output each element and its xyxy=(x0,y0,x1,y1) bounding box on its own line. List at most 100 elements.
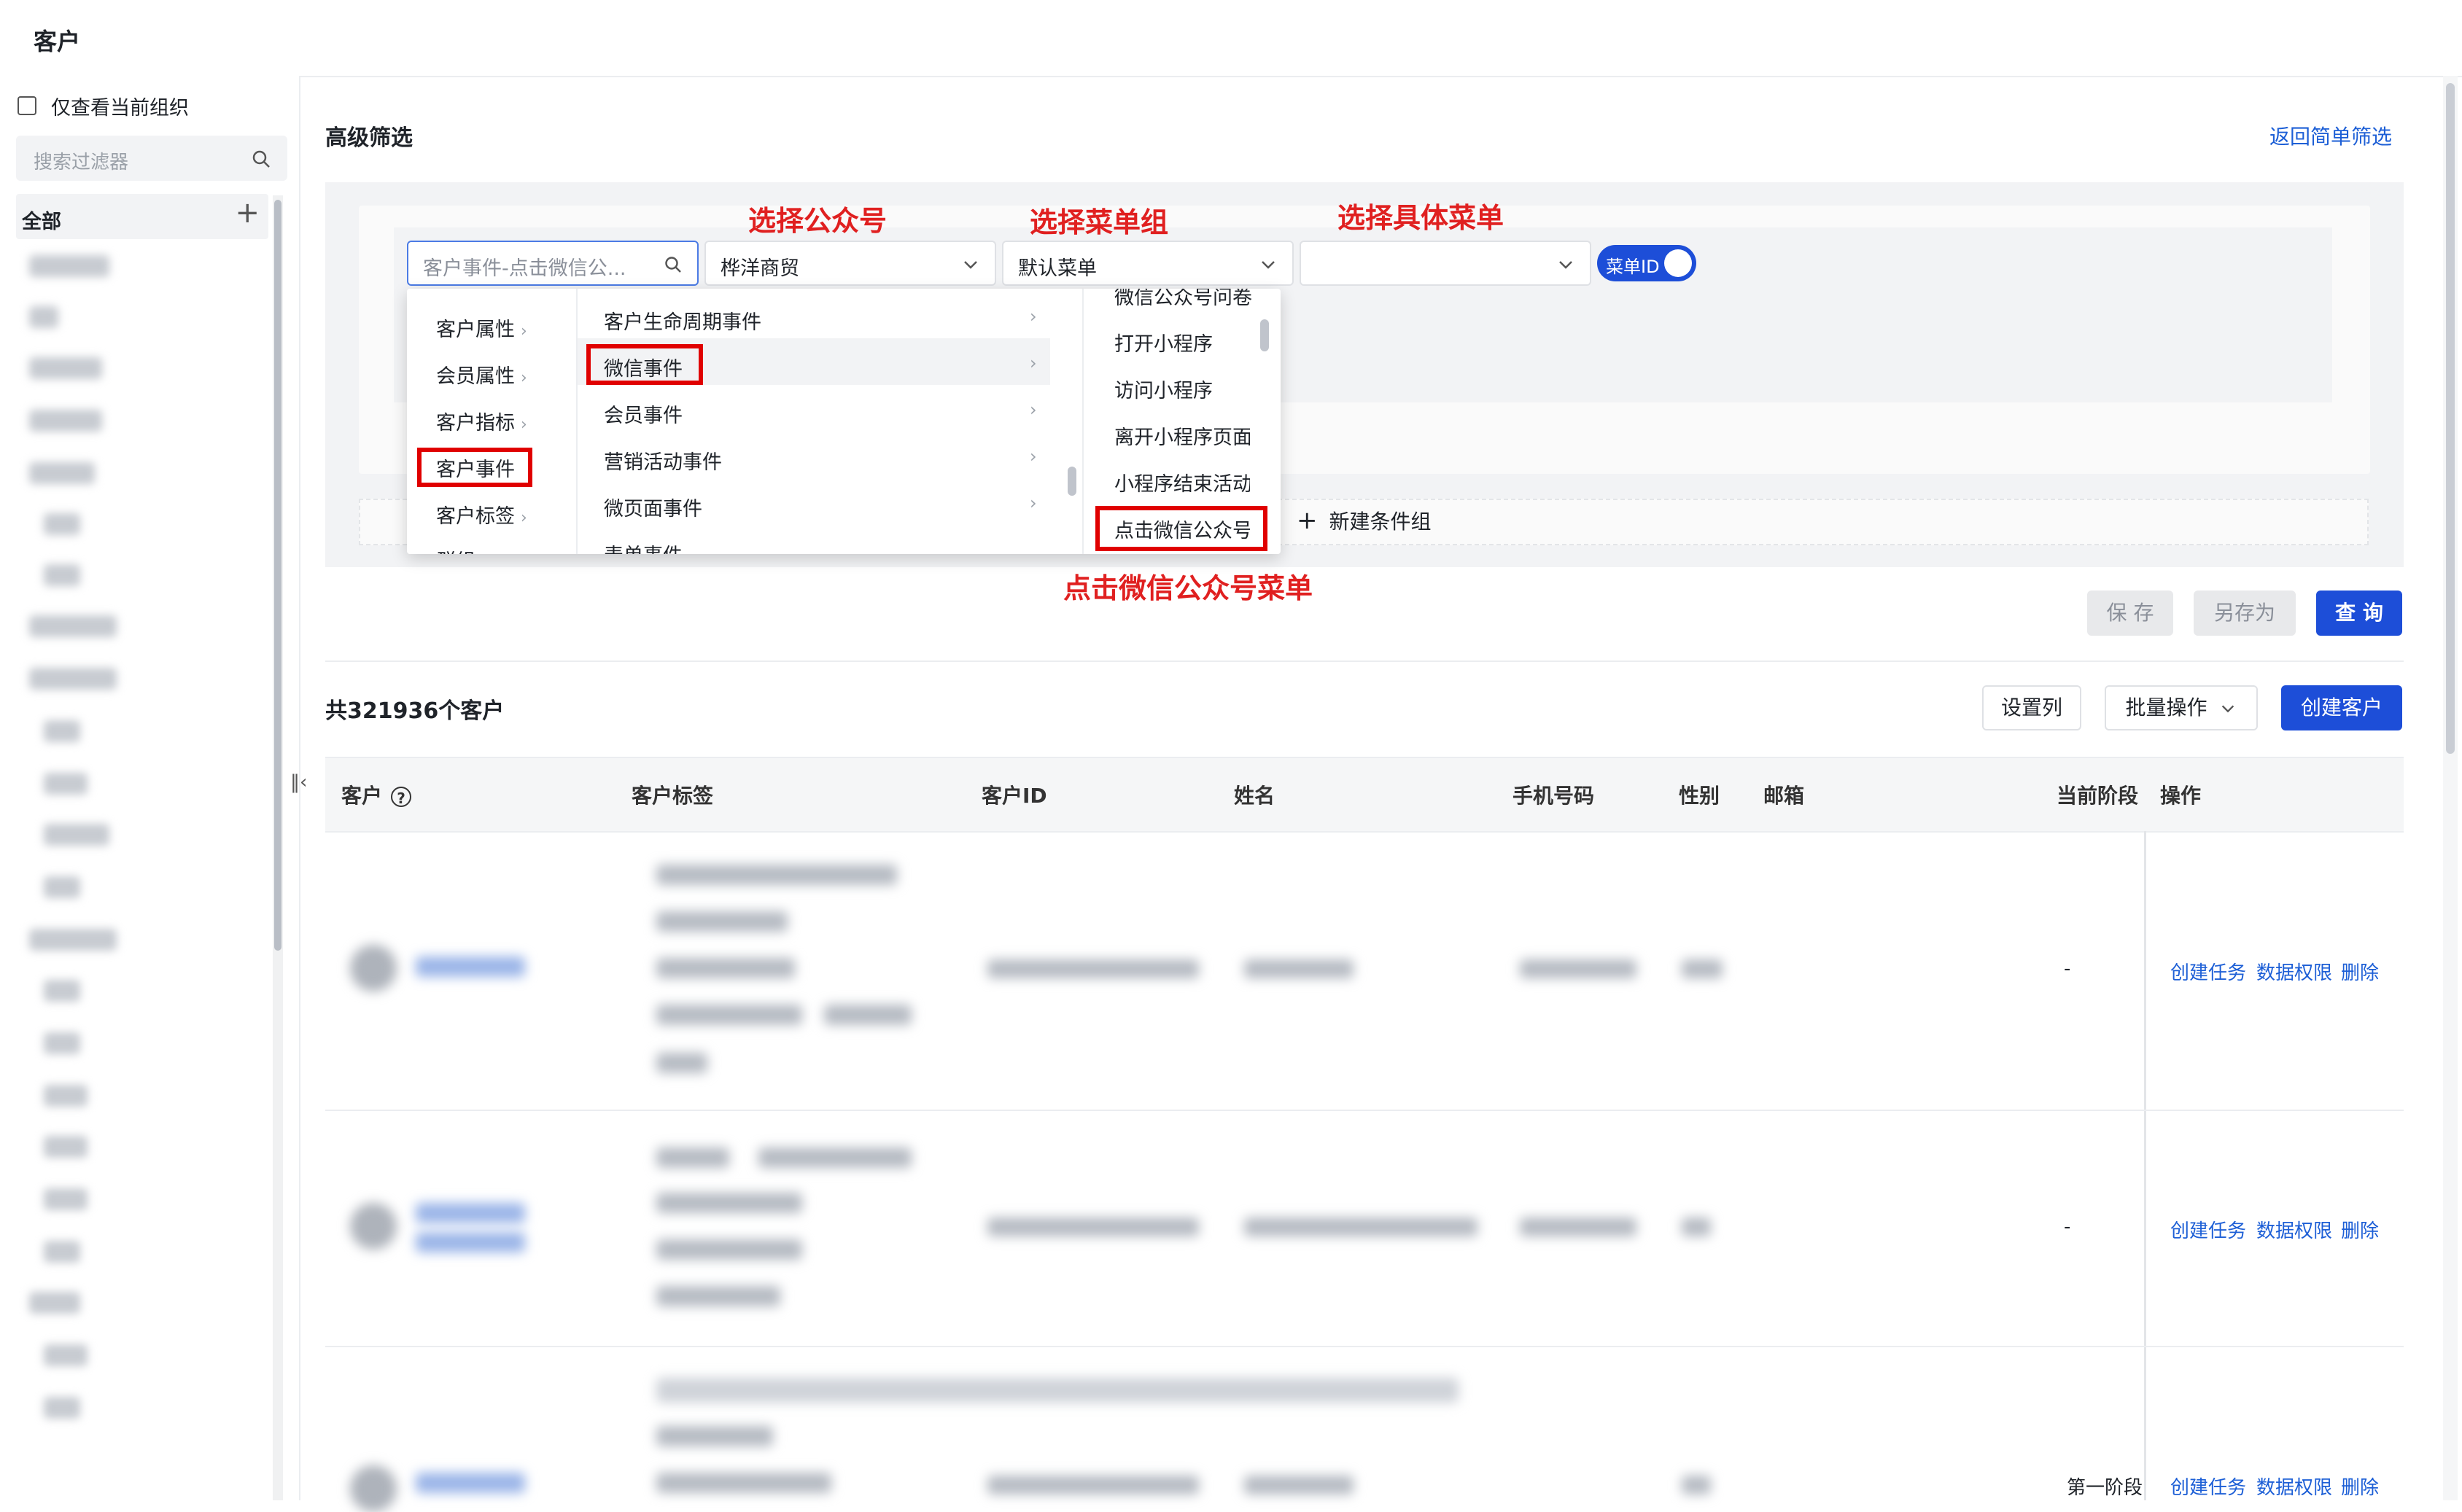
cascader-item[interactable]: 营销活动事件 xyxy=(604,446,722,475)
cascader-item[interactable]: 小程序结束活动 xyxy=(1114,468,1250,496)
page-scrollbar[interactable] xyxy=(2443,76,2458,1500)
customer-name-blurred[interactable] xyxy=(416,1473,525,1493)
phone-blurred xyxy=(1520,1217,1636,1236)
delete-link[interactable]: 删除 xyxy=(2341,1216,2379,1243)
cascader-column-event-type: 客户生命周期事件 › 微信事件 › 会员事件 › 营销活动事件 › 微页面事件 … xyxy=(578,289,1056,554)
menu-id-toggle[interactable]: 菜单ID xyxy=(1597,245,1696,281)
tree-item[interactable] xyxy=(29,357,102,379)
cascader-item[interactable]: 客户生命周期事件 xyxy=(604,306,761,335)
scroll-thumb[interactable] xyxy=(1068,467,1076,496)
column-header[interactable]: 性别 xyxy=(1679,780,1720,809)
tag-blurred xyxy=(656,1286,780,1306)
cascader-item[interactable]: 表单事件 xyxy=(604,539,683,554)
annotation-select-menu: 选择具体菜单 xyxy=(1337,202,1504,234)
menu-group-select[interactable]: 默认菜单 xyxy=(1002,241,1294,286)
tree-item[interactable] xyxy=(44,1397,80,1419)
annotation-select-account: 选择公众号 xyxy=(748,205,888,237)
column-header[interactable]: 姓名 xyxy=(1234,780,1275,809)
tree-item-all[interactable]: 全部 + xyxy=(16,194,268,239)
event-select[interactable]: 客户事件-点击微信公... xyxy=(407,241,699,286)
tree-item[interactable] xyxy=(44,1085,88,1107)
tree-item[interactable] xyxy=(44,1136,88,1158)
cascader-item[interactable]: 群组 xyxy=(436,545,475,554)
highlight-box xyxy=(417,448,532,487)
cascader-item[interactable]: 打开小程序 xyxy=(1114,328,1213,356)
gender-blurred xyxy=(1682,1476,1711,1495)
tree-item[interactable] xyxy=(29,668,117,690)
sidebar-collapse-icon[interactable]: ‖‹ xyxy=(290,771,319,805)
avatar xyxy=(350,945,397,991)
cascader-item[interactable]: 客户属性 › xyxy=(436,313,527,342)
column-header[interactable]: 邮箱 xyxy=(1763,780,1804,809)
tag-blurred xyxy=(656,1426,773,1446)
column-settings-button[interactable]: 设置列 xyxy=(1982,685,2081,730)
cascader-item[interactable]: 访问小程序 xyxy=(1114,375,1213,403)
cascader-item[interactable]: 客户指标 › xyxy=(436,407,527,435)
new-condition-group-button[interactable]: + 新建条件组 xyxy=(1297,506,1432,535)
column-header[interactable]: 客户ID xyxy=(982,780,1047,809)
tree-item[interactable] xyxy=(29,615,117,637)
customer-name-blurred[interactable] xyxy=(416,1203,525,1223)
name-blurred xyxy=(1244,1217,1477,1236)
column-header[interactable]: 当前阶段 xyxy=(2057,780,2138,809)
create-task-link[interactable]: 创建任务 xyxy=(2170,958,2246,985)
tree-item[interactable] xyxy=(44,564,80,586)
tree-item[interactable] xyxy=(44,980,80,1002)
sidebar-scrollbar[interactable] xyxy=(273,195,283,1500)
cascader-item[interactable]: 会员事件 xyxy=(604,400,683,428)
tree-item[interactable] xyxy=(44,876,80,898)
data-permission-link[interactable]: 数据权限 xyxy=(2256,1473,2332,1500)
data-permission-link[interactable]: 数据权限 xyxy=(2256,958,2332,985)
customer-name-blurred[interactable] xyxy=(416,1232,525,1252)
tree-item[interactable] xyxy=(29,929,117,951)
query-button[interactable]: 查 询 xyxy=(2316,591,2402,636)
chevron-down-icon xyxy=(1262,261,1275,269)
gender-blurred xyxy=(1682,959,1723,978)
search-placeholder: 搜索过滤器 xyxy=(34,152,129,174)
tree-item[interactable] xyxy=(44,1241,80,1263)
sidebar: 仅查看当前组织 搜索过滤器 全部 + xyxy=(0,76,300,1500)
tree-item[interactable] xyxy=(29,1292,80,1314)
column-header[interactable]: 客户标签 xyxy=(632,780,713,809)
tree-item[interactable] xyxy=(44,513,80,535)
create-task-link[interactable]: 创建任务 xyxy=(2170,1216,2246,1243)
account-select[interactable]: 桦洋商贸 xyxy=(704,241,996,286)
tree-item[interactable] xyxy=(44,1032,80,1054)
data-permission-link[interactable]: 数据权限 xyxy=(2256,1216,2332,1243)
column-header[interactable]: 手机号码 xyxy=(1512,780,1594,809)
back-to-simple-filter-link[interactable]: 返回简单筛选 xyxy=(2269,121,2392,150)
add-icon[interactable]: + xyxy=(235,198,260,227)
save-button[interactable]: 保 存 xyxy=(2087,591,2173,636)
menu-select[interactable] xyxy=(1300,241,1591,286)
create-task-link[interactable]: 创建任务 xyxy=(2170,1473,2246,1500)
tree-item[interactable] xyxy=(44,824,109,846)
account-select-value: 桦洋商贸 xyxy=(721,257,799,280)
customer-name-blurred[interactable] xyxy=(416,956,525,977)
column-header[interactable]: 操作 xyxy=(2160,780,2201,809)
only-current-org-checkbox[interactable] xyxy=(18,96,36,115)
divider xyxy=(325,660,2404,662)
filter-search-input[interactable]: 搜索过滤器 xyxy=(16,136,287,181)
save-as-button[interactable]: 另存为 xyxy=(2194,591,2296,636)
tree-item[interactable] xyxy=(29,255,109,277)
delete-link[interactable]: 删除 xyxy=(2341,1473,2379,1500)
column-header[interactable]: 客户? xyxy=(341,780,412,809)
tree-item[interactable] xyxy=(44,1344,88,1366)
cascader-item[interactable]: 离开小程序页面 xyxy=(1114,421,1250,450)
highlight-box xyxy=(586,344,703,385)
cascader-item[interactable]: 微页面事件 xyxy=(604,493,702,521)
tree-item[interactable] xyxy=(29,306,58,328)
tree-item[interactable] xyxy=(44,720,80,742)
tree-item[interactable] xyxy=(44,773,88,795)
scroll-thumb[interactable] xyxy=(1260,319,1269,351)
tree-item[interactable] xyxy=(44,1188,88,1210)
create-customer-button[interactable]: 创建客户 xyxy=(2281,685,2402,730)
delete-link[interactable]: 删除 xyxy=(2341,958,2379,985)
cascader-item[interactable]: 会员属性 › xyxy=(436,360,527,389)
tree-item[interactable] xyxy=(29,462,95,484)
tree-item[interactable] xyxy=(29,410,102,432)
batch-actions-dropdown[interactable]: 批量操作 xyxy=(2105,685,2258,730)
help-icon[interactable]: ? xyxy=(391,787,412,807)
cascader-item[interactable]: 客户标签 › xyxy=(436,500,527,529)
cascader-item[interactable]: 微信公众号问卷 xyxy=(1114,289,1252,310)
